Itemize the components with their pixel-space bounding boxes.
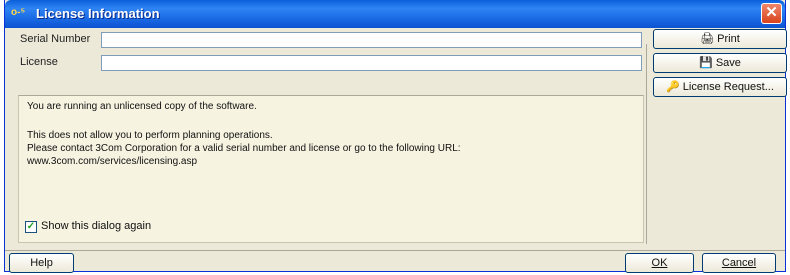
license-dialog: o-⁵ License Information ✕ Serial Number … bbox=[4, 0, 787, 273]
cancel-button[interactable]: Cancel bbox=[702, 253, 776, 273]
serial-number-field[interactable] bbox=[101, 32, 642, 48]
planning-message: This does not allow you to perform plann… bbox=[27, 130, 273, 141]
ok-button[interactable]: OK bbox=[625, 253, 694, 273]
license-request-icon: 🔑 bbox=[666, 81, 680, 93]
side-divider bbox=[646, 44, 647, 244]
license-request-button-label: License Request... bbox=[682, 81, 774, 93]
save-button[interactable]: 💾 Save bbox=[653, 53, 787, 73]
unlicensed-message: You are running an unlicensed copy of th… bbox=[27, 101, 257, 112]
floppy-disk-icon: 💾 bbox=[699, 57, 713, 69]
help-button[interactable]: Help bbox=[9, 253, 74, 273]
license-field[interactable] bbox=[101, 55, 642, 71]
show-dialog-checkbox[interactable]: ✓ bbox=[25, 221, 37, 233]
printer-icon: 🖨 bbox=[700, 33, 715, 45]
message-panel: You are running an unlicensed copy of th… bbox=[18, 95, 644, 243]
contact-message: Please contact 3Com Corporation for a va… bbox=[27, 143, 461, 154]
show-dialog-label[interactable]: Show this dialog again bbox=[41, 220, 151, 232]
licensing-url: www.3com.com/services/licensing.asp bbox=[27, 156, 198, 167]
close-button[interactable]: ✕ bbox=[761, 3, 782, 24]
print-button-label: Print bbox=[717, 33, 740, 45]
title-bar[interactable]: o-⁵ License Information ✕ bbox=[5, 0, 785, 28]
cancel-button-label: Cancel bbox=[721, 257, 757, 269]
footer-divider bbox=[5, 250, 785, 251]
save-button-label: Save bbox=[715, 57, 741, 69]
license-request-button[interactable]: 🔑 License Request... bbox=[653, 77, 787, 97]
license-label: License bbox=[20, 56, 58, 68]
ok-button-label: OK bbox=[651, 257, 668, 269]
key-icon: o-⁵ bbox=[11, 7, 26, 18]
print-button[interactable]: 🖨 Print bbox=[653, 29, 787, 49]
window-title: License Information bbox=[36, 6, 160, 21]
serial-number-label: Serial Number bbox=[20, 33, 91, 45]
